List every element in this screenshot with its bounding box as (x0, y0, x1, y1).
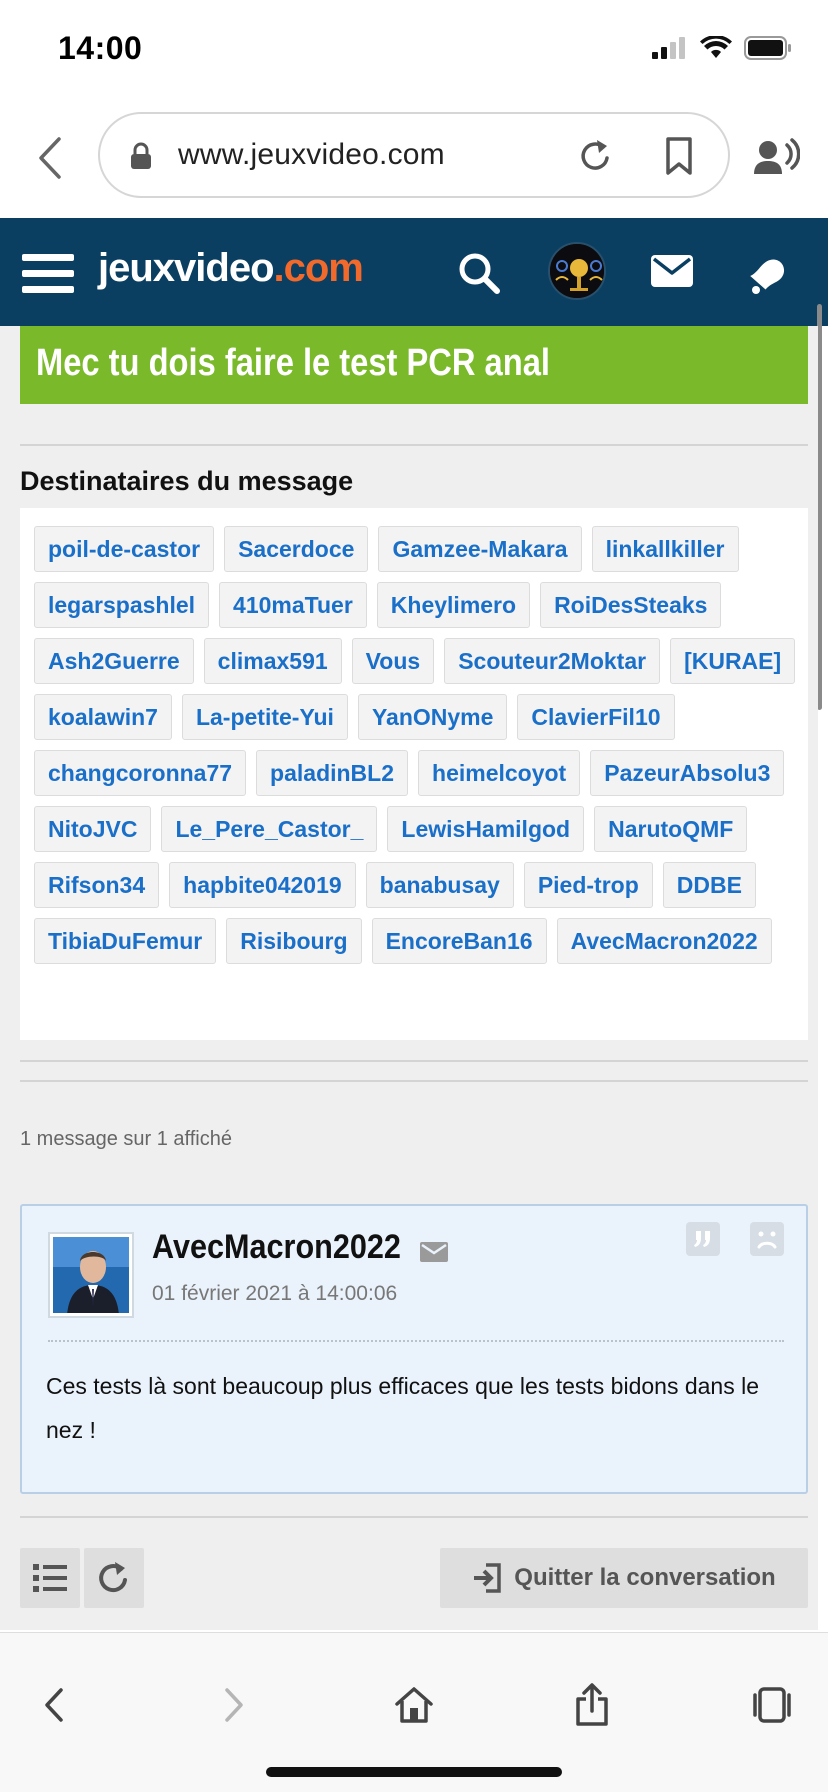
report-icon[interactable] (750, 1222, 784, 1256)
menu-icon[interactable] (22, 254, 74, 294)
topic-title: Mec tu dois faire le test PCR anal (36, 342, 550, 384)
divider (20, 1080, 808, 1082)
leave-conversation-button[interactable]: Quitter la conversation (440, 1548, 808, 1608)
recipient-tag[interactable]: PazeurAbsolu3 (590, 750, 785, 796)
recipient-tag[interactable]: NarutoQMF (594, 806, 748, 852)
avatar-image (53, 1237, 129, 1313)
home-indicator (266, 1767, 562, 1777)
recipient-tag[interactable]: Sacerdoce (224, 526, 369, 572)
recipient-tag[interactable]: EncoreBan16 (371, 918, 547, 964)
home-button[interactable] (384, 1675, 444, 1735)
tabs-button[interactable] (742, 1675, 802, 1735)
browser-address-bar: www.jeuxvideo.com (0, 100, 828, 216)
avatar-image (550, 244, 604, 298)
url-field[interactable]: www.jeuxvideo.com (98, 112, 730, 198)
reload-icon[interactable] (576, 136, 614, 176)
message-card: AvecMacron2022 01 février 2021 à 14:00:0… (20, 1204, 808, 1494)
recipient-tag[interactable]: Vous (351, 638, 435, 684)
status-icons (652, 36, 792, 60)
recipient-tag[interactable]: poil-de-castor (34, 526, 215, 572)
message-count: 1 message sur 1 affiché (20, 1128, 232, 1150)
recipient-tag[interactable]: TibiaDuFemur (34, 918, 217, 964)
recipient-tag[interactable]: hapbite042019 (169, 862, 356, 908)
nav-forward-button[interactable] (204, 1675, 264, 1735)
status-bar: 14:00 (0, 0, 828, 100)
speaker-icon[interactable] (752, 138, 800, 178)
recipient-tag[interactable]: Rifson34 (34, 862, 160, 908)
recipient-tag[interactable]: Le_Pere_Castor_ (161, 806, 378, 852)
recipient-tag[interactable]: Risibourg (226, 918, 362, 964)
list-icon (33, 1564, 67, 1592)
recipients-list: poil-de-castor Sacerdoce Gamzee-Makara link… (34, 526, 804, 964)
recipient-tag[interactable]: Ash2Guerre (34, 638, 194, 684)
recipient-tag[interactable]: banabusay (365, 862, 514, 908)
refresh-icon (99, 1562, 127, 1593)
share-button[interactable] (562, 1675, 622, 1735)
page-content: Mec tu dois faire le test PCR anal Desti… (0, 326, 818, 1630)
recipient-tag[interactable]: climax591 (203, 638, 342, 684)
bell-icon[interactable] (746, 250, 788, 296)
browser-toolbar (0, 1632, 828, 1792)
battery-icon (744, 36, 791, 60)
recipient-tag[interactable]: Scouteur2Moktar (444, 638, 661, 684)
message-date: 01 février 2021 à 14:00:06 (152, 1282, 398, 1305)
nav-back-button[interactable] (24, 1675, 84, 1735)
recipient-tag[interactable]: Kheylimero (376, 582, 531, 628)
message-author[interactable]: AvecMacron2022 (152, 1228, 401, 1267)
recipient-tag[interactable]: LewisHamilgod (387, 806, 585, 852)
recipient-tag[interactable]: ClavierFil10 (517, 694, 675, 740)
url-text: www.jeuxvideo.com (178, 138, 445, 171)
recipient-tag[interactable]: linkallkiller (591, 526, 739, 572)
send-mp-icon[interactable] (420, 1242, 448, 1262)
recipient-tag[interactable]: La-petite-Yui (181, 694, 348, 740)
exit-icon (474, 1563, 502, 1593)
recipient-tag[interactable]: NitoJVC (34, 806, 152, 852)
message-separator (48, 1340, 784, 1342)
author-avatar[interactable] (48, 1232, 134, 1318)
recipient-tag[interactable]: legarspashlel (34, 582, 210, 628)
tabs-icon (753, 1687, 791, 1723)
recipient-tag[interactable]: paladinBL2 (256, 750, 409, 796)
list-view-button[interactable] (20, 1548, 80, 1608)
lock-icon (131, 142, 151, 169)
back-arrow-icon (45, 1688, 63, 1722)
browser-back-button[interactable] (30, 134, 70, 182)
recipients-box: poil-de-castor Sacerdoce Gamzee-Makara link… (20, 508, 808, 1040)
recipient-tag[interactable]: Pied-trop (523, 862, 653, 908)
recipients-heading: Destinataires du message (20, 466, 354, 496)
divider (20, 444, 808, 446)
recipient-tag[interactable]: AvecMacron2022 (556, 918, 772, 964)
leave-conversation-label: Quitter la conversation (514, 1564, 776, 1591)
quote-icon[interactable] (686, 1222, 720, 1256)
user-avatar[interactable] (548, 242, 606, 300)
recipient-tag[interactable]: changcoronna77 (34, 750, 247, 796)
site-logo[interactable]: jeuxvideo.com (98, 246, 364, 291)
bookmark-icon[interactable] (664, 136, 694, 176)
recipient-tag[interactable]: [KURAE] (670, 638, 796, 684)
recipient-tag[interactable]: YanONyme (357, 694, 508, 740)
recipient-tag[interactable]: heimelcoyot (418, 750, 581, 796)
conversation-tools: Quitter la conversation (20, 1548, 808, 1608)
signal-icon (652, 37, 685, 59)
recipient-tag[interactable]: DDBE (662, 862, 756, 908)
topic-title-bar: Mec tu dois faire le test PCR anal (20, 326, 808, 404)
back-icon (39, 137, 61, 179)
divider (20, 1516, 808, 1518)
recipient-tag[interactable]: 410maTuer (219, 582, 367, 628)
mail-icon[interactable] (650, 254, 694, 288)
forward-arrow-icon (225, 1688, 243, 1722)
divider (20, 1060, 808, 1062)
recipient-tag[interactable]: koalawin7 (34, 694, 172, 740)
search-icon[interactable] (458, 252, 500, 294)
home-icon (395, 1687, 433, 1723)
message-body: Ces tests là sont beaucoup plus efficace… (46, 1373, 760, 1443)
refresh-button[interactable] (84, 1548, 144, 1608)
recipient-tag[interactable]: RoiDesSteaks (540, 582, 722, 628)
share-icon (576, 1683, 608, 1726)
status-time: 14:00 (58, 30, 143, 66)
wifi-icon (700, 36, 732, 58)
site-header: jeuxvideo.com (0, 218, 828, 326)
recipient-tag[interactable]: Gamzee-Makara (378, 526, 582, 572)
